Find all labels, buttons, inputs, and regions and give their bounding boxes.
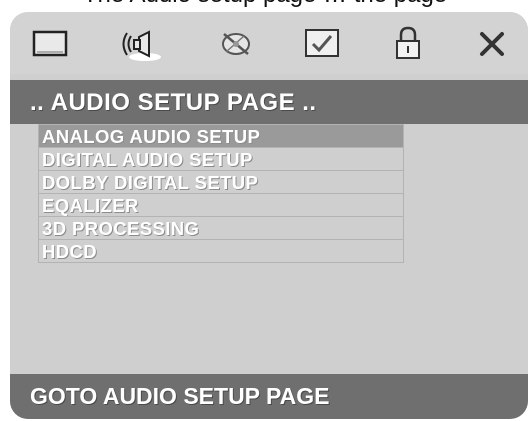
page-title-bar: .. AUDIO SETUP PAGE .. (10, 80, 528, 124)
menu-item-3d-processing[interactable]: 3D PROCESSING (38, 216, 404, 239)
top-caption: The Audio setup page … the page (0, 0, 530, 8)
menu-item-label: HDCD (42, 241, 98, 262)
audio-menu-list: ANALOG AUDIO SETUP DIGITAL AUDIO SETUP D… (38, 124, 404, 263)
menu-item-dolby-digital-setup[interactable]: DOLBY DIGITAL SETUP (38, 170, 404, 193)
menu-item-digital-audio-setup[interactable]: DIGITAL AUDIO SETUP (38, 147, 404, 170)
menu-item-label: EQALIZER (42, 195, 139, 216)
exit-icon[interactable] (468, 22, 516, 64)
setup-menu-window: .. AUDIO SETUP PAGE .. ANALOG AUDIO SETU… (10, 12, 528, 419)
preference-icon[interactable] (298, 22, 346, 64)
status-text: GOTO AUDIO SETUP PAGE (30, 383, 330, 409)
general-setup-icon[interactable] (26, 22, 74, 64)
password-icon[interactable] (384, 22, 432, 64)
icon-bar (10, 12, 528, 74)
menu-item-label: ANALOG AUDIO SETUP (42, 126, 261, 147)
status-bar: GOTO AUDIO SETUP PAGE (10, 374, 528, 419)
video-setup-icon[interactable] (212, 22, 260, 64)
audio-setup-icon[interactable] (119, 22, 167, 64)
menu-item-hdcd[interactable]: HDCD (38, 239, 404, 263)
menu-item-label: DOLBY DIGITAL SETUP (42, 172, 259, 193)
menu-item-label: DIGITAL AUDIO SETUP (42, 149, 253, 170)
menu-item-analog-audio-setup[interactable]: ANALOG AUDIO SETUP (38, 124, 404, 147)
page-title: .. AUDIO SETUP PAGE .. (30, 89, 317, 116)
menu-item-label: 3D PROCESSING (42, 218, 200, 239)
menu-item-equalizer[interactable]: EQALIZER (38, 193, 404, 216)
